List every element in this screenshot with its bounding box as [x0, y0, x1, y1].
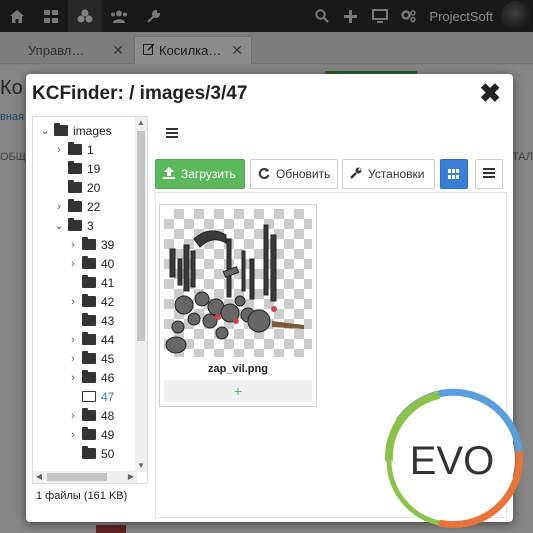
tree-item-50[interactable]: 50	[67, 444, 114, 463]
upload-button[interactable]: Загрузить	[155, 159, 245, 189]
refresh-label: Обновить	[276, 167, 331, 181]
folder-icon	[82, 237, 96, 250]
tree-item-42[interactable]: › 42	[67, 292, 114, 311]
tree-item-label: 41	[101, 275, 115, 290]
settings-label: Установки	[368, 167, 425, 181]
folder-icon	[82, 370, 96, 383]
chevron-down-icon[interactable]: ⌄	[39, 124, 51, 137]
vertical-scrollbar[interactable]: ▲ ▼	[135, 117, 147, 472]
dialog-title: KCFinder: / images/3/47	[32, 83, 248, 104]
tree-item-45[interactable]: › 45	[67, 349, 114, 368]
refresh-icon	[258, 167, 270, 182]
chevron-right-icon[interactable]: ›	[67, 258, 79, 270]
tree-item-label: 47	[101, 389, 115, 404]
folder-open-icon	[82, 391, 96, 402]
file-card[interactable]: zap_vil.png +	[159, 204, 317, 407]
file-thumbnail[interactable]	[164, 209, 312, 357]
tree-item-1[interactable]: › 1	[53, 140, 94, 159]
scroll-thumb[interactable]	[137, 131, 145, 341]
chevron-right-icon[interactable]: ›	[67, 429, 79, 441]
status-bar: 1 файлы (161 KB)	[36, 490, 128, 502]
file-name: zap_vil.png	[208, 363, 268, 375]
tree-item-label: 49	[101, 427, 115, 442]
folder-icon	[68, 142, 82, 155]
folder-icon	[68, 180, 82, 193]
add-file-button[interactable]: +	[164, 380, 312, 402]
chevron-right-icon[interactable]: ›	[67, 410, 79, 422]
tree-item-label: images	[73, 123, 112, 138]
folder-icon	[82, 446, 96, 459]
close-icon[interactable]: ✖	[479, 80, 501, 106]
folder-icon	[82, 351, 96, 364]
tree-item-label: 45	[101, 351, 115, 366]
scroll-up-icon[interactable]: ▲	[135, 117, 147, 129]
scroll-left-icon[interactable]: ◀	[33, 471, 45, 483]
tree-item-images[interactable]: ⌄ images	[39, 121, 112, 140]
chevron-right-icon[interactable]: ›	[67, 334, 79, 346]
folder-icon	[68, 161, 82, 174]
tree-item-40[interactable]: › 40	[67, 254, 114, 273]
tree-item-22[interactable]: › 22	[53, 197, 100, 216]
tree-item-label: 42	[101, 294, 115, 309]
tree-item-48[interactable]: › 48	[67, 406, 114, 425]
tree-item-label: 39	[101, 237, 115, 252]
parts-image	[165, 224, 304, 354]
upload-label: Загрузить	[181, 167, 236, 181]
tree-item-20[interactable]: 20	[53, 178, 100, 197]
folder-icon	[82, 427, 96, 440]
tree-item-label: 3	[87, 218, 94, 233]
tree-item-label: 46	[101, 370, 115, 385]
scroll-right-icon[interactable]: ▶	[125, 471, 137, 483]
chevron-right-icon[interactable]: ›	[53, 201, 65, 213]
upload-icon	[163, 166, 175, 182]
chevron-right-icon[interactable]: ›	[53, 144, 65, 156]
chevron-right-icon[interactable]: ›	[67, 372, 79, 384]
tree-item-43[interactable]: 43	[67, 311, 114, 330]
tree-item-label: 48	[101, 408, 115, 423]
menu-icon[interactable]	[166, 128, 178, 138]
tree-item-47[interactable]: 47	[67, 387, 114, 406]
tree-item-44[interactable]: › 44	[67, 330, 114, 349]
tree-item-label: 20	[87, 180, 101, 195]
tree-item-3[interactable]: ⌄ 3	[53, 216, 94, 235]
list-view-button[interactable]	[475, 159, 503, 189]
tree-item-label: 40	[101, 256, 115, 271]
folder-tree: ⌄ images › 1 19 20 › 22 ⌄ 3 › 39 › 40 41 › 42 43 › 44 › 45 › 46…	[32, 116, 148, 484]
chevron-right-icon[interactable]: ›	[67, 353, 79, 365]
tree-item-19[interactable]: 19	[53, 159, 100, 178]
tree-item-label: 22	[87, 199, 101, 214]
tree-item-41[interactable]: 41	[67, 273, 114, 292]
folder-icon	[82, 256, 96, 269]
scroll-thumb[interactable]	[47, 473, 107, 481]
tree-item-39[interactable]: › 39	[67, 235, 114, 254]
refresh-button[interactable]: Обновить	[250, 159, 338, 189]
folder-icon	[68, 218, 82, 231]
folder-icon	[54, 123, 68, 136]
chevron-right-icon[interactable]: ›	[67, 296, 79, 308]
tree-item-label: 1	[87, 142, 94, 157]
horizontal-scrollbar[interactable]: ◀ ▶	[33, 471, 137, 483]
list-icon	[483, 168, 495, 180]
folder-icon	[82, 408, 96, 421]
wrench-icon	[350, 167, 362, 182]
chevron-down-icon[interactable]: ⌄	[53, 219, 65, 232]
grid-icon	[448, 169, 460, 179]
thumbnails-view-button[interactable]	[440, 159, 468, 189]
tree-item-label: 43	[101, 313, 115, 328]
folder-icon	[82, 332, 96, 345]
evo-logo: EVO	[384, 388, 523, 529]
folder-icon	[82, 313, 96, 326]
folder-icon	[82, 275, 96, 288]
tree-item-46[interactable]: › 46	[67, 368, 114, 387]
folder-icon	[82, 294, 96, 307]
settings-button[interactable]: Установки	[342, 159, 435, 189]
chevron-right-icon[interactable]: ›	[67, 239, 79, 251]
tree-item-49[interactable]: › 49	[67, 425, 114, 444]
tree-item-label: 50	[101, 446, 115, 461]
folder-icon	[68, 199, 82, 212]
tree-item-label: 19	[87, 161, 101, 176]
tree-item-label: 44	[101, 332, 115, 347]
evo-logo-text: EVO	[410, 439, 494, 483]
